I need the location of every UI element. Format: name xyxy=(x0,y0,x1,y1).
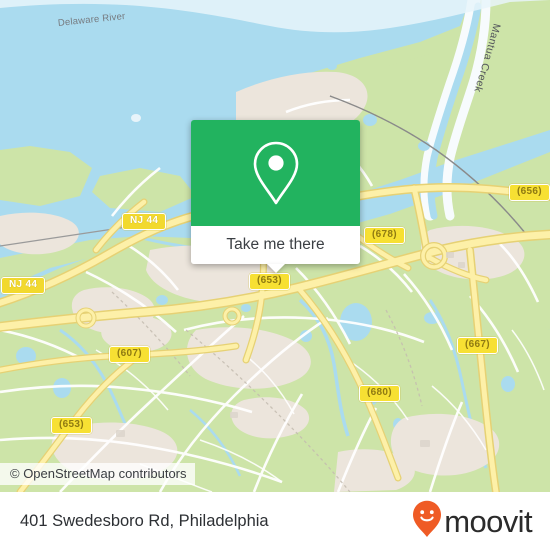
road-shield-nj-44-west[interactable]: NJ 44 xyxy=(1,277,46,294)
road-shield-cr-656[interactable]: (656) xyxy=(509,184,550,201)
location-popup-card[interactable]: Take me there xyxy=(191,120,360,273)
map-pin-icon xyxy=(249,139,303,207)
map-canvas[interactable]: Delaware River Mantua Creek NJ 44 NJ 44 … xyxy=(0,0,550,492)
road-shield-nj-44-east[interactable]: NJ 44 xyxy=(122,213,167,230)
address-label: 401 Swedesboro Rd, Philadelphia xyxy=(20,511,269,530)
road-shield-cr-680[interactable]: (680) xyxy=(359,385,400,402)
road-shield-cr-607[interactable]: (607) xyxy=(109,346,150,363)
take-me-there-button[interactable]: Take me there xyxy=(191,226,360,264)
bottom-bar: 401 Swedesboro Rd, Philadelphia moovit xyxy=(0,492,550,550)
moovit-pin-smiley-logo-icon xyxy=(412,500,442,543)
popup-icon-area xyxy=(191,120,360,226)
take-me-there-label: Take me there xyxy=(226,236,325,253)
moovit-wordmark: moovit xyxy=(444,503,532,539)
map-attribution[interactable]: © OpenStreetMap contributors xyxy=(0,463,195,485)
moovit-logo[interactable]: moovit xyxy=(412,500,533,543)
map-screenshot: Delaware River Mantua Creek NJ 44 NJ 44 … xyxy=(0,0,550,550)
road-shield-cr-667[interactable]: (667) xyxy=(457,337,498,354)
road-shield-cr-678[interactable]: (678) xyxy=(364,227,405,244)
popup-pointer-tail xyxy=(266,264,285,273)
road-shield-cr-653-center[interactable]: (653) xyxy=(249,273,290,290)
road-shield-cr-653-southwest[interactable]: (653) xyxy=(51,417,92,434)
